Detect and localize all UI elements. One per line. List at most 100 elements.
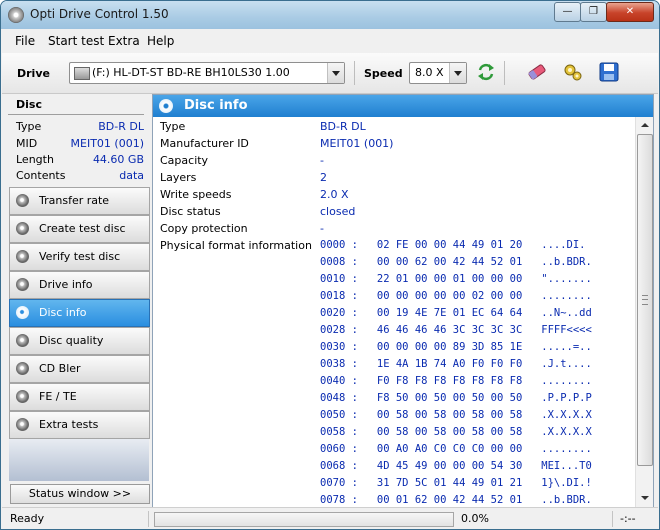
disc-icon: [16, 362, 29, 375]
chevron-down-icon[interactable]: [327, 63, 344, 83]
info-key-layers: Layers: [160, 171, 197, 184]
nav-label: FE / TE: [39, 390, 77, 403]
status-divider: [612, 511, 613, 527]
close-button[interactable]: ✕: [606, 2, 654, 22]
info-value-type: BD-R DL: [320, 120, 366, 133]
disc-icon: [159, 99, 173, 113]
scroll-down-icon[interactable]: [637, 491, 652, 506]
window-title: Opti Drive Control 1.50: [30, 7, 169, 21]
nav-disc-info[interactable]: Disc info: [9, 299, 150, 327]
hex-line: 0070 : 31 7D 5C 01 44 49 01 21 1}\.DI.!: [320, 477, 592, 489]
speed-select-value: 8.0 X: [415, 66, 444, 79]
disc-prop-type-value: BD-R DL: [98, 120, 144, 133]
disc-icon: [16, 278, 29, 291]
info-value-copy-protection: -: [320, 222, 324, 235]
nav-cd-bler[interactable]: CD Bler: [9, 355, 150, 383]
hex-line: 0040 : F0 F8 F8 F8 F8 F8 F8 F8 ........: [320, 375, 592, 387]
nav-transfer-rate[interactable]: Transfer rate: [9, 187, 150, 215]
toolbar: Drive (F:) HL-DT-ST BD-RE BH10LS30 1.00 …: [2, 53, 658, 94]
panel-title: Disc info: [184, 98, 248, 113]
hex-line: 0078 : 00 01 62 00 42 44 52 01 ..b.BDR.: [320, 494, 592, 506]
nav-label: Disc info: [39, 306, 87, 319]
info-value-write-speeds: 2.0 X: [320, 188, 349, 201]
minimize-button[interactable]: —: [554, 2, 581, 22]
erase-button[interactable]: [526, 61, 548, 83]
menu-bar: File Start test Extra Help: [2, 31, 658, 51]
nav-create-test-disc[interactable]: Create test disc: [9, 215, 150, 243]
info-value-capacity: -: [320, 154, 324, 167]
disc-prop-contents-value: data: [119, 169, 144, 182]
info-key-type: Type: [160, 120, 186, 133]
nav-label: Disc quality: [39, 334, 104, 347]
drive-select[interactable]: (F:) HL-DT-ST BD-RE BH10LS30 1.00: [69, 62, 345, 84]
nav-label: CD Bler: [39, 362, 81, 375]
nav-verify-test-disc[interactable]: Verify test disc: [9, 243, 150, 271]
speed-label: Speed: [364, 67, 403, 80]
scroll-up-icon[interactable]: [637, 118, 652, 133]
menu-file[interactable]: File: [15, 34, 35, 48]
scrollbar-thumb[interactable]: [637, 134, 653, 466]
info-value-manufacturer-id: MEIT01 (001): [320, 137, 394, 150]
nav-label: Drive info: [39, 278, 93, 291]
nav-disc-quality[interactable]: Disc quality: [9, 327, 150, 355]
disc-icon: [16, 390, 29, 403]
menu-start-test[interactable]: Start test: [48, 34, 104, 48]
nav-label: Verify test disc: [39, 250, 121, 263]
nav-label: Extra tests: [39, 418, 99, 431]
disc-section-divider: [8, 114, 144, 115]
left-panel: Disc Type BD-R DL MID MEIT01 (001) Lengt…: [2, 94, 150, 506]
refresh-icon: [478, 63, 494, 81]
info-key-capacity: Capacity: [160, 154, 209, 167]
grip-icon: [642, 295, 648, 305]
refresh-button[interactable]: [475, 61, 497, 83]
disc-icon: [16, 418, 29, 431]
drive-select-value: (F:) HL-DT-ST BD-RE BH10LS30 1.00: [92, 66, 290, 79]
hex-line: 0020 : 00 19 4E 7E 01 EC 64 64 ..N~..dd: [320, 307, 592, 319]
disc-icon: [16, 306, 29, 319]
status-bar: Ready 0.0% -:--: [2, 507, 658, 529]
chevron-down-icon[interactable]: [449, 63, 466, 83]
info-key-copy-protection: Copy protection: [160, 222, 248, 235]
menu-extra[interactable]: Extra: [108, 34, 140, 48]
hex-line: 0018 : 00 00 00 00 00 02 00 00 ........: [320, 290, 592, 302]
hex-line: 0000 : 02 FE 00 00 44 49 01 20 ....DI.: [320, 239, 586, 251]
progress-percent: 0.0%: [461, 512, 489, 525]
hex-line: 0058 : 00 58 00 58 00 58 00 58 .X.X.X.X: [320, 426, 592, 438]
nav-fe-te[interactable]: FE / TE: [9, 383, 150, 411]
disc-prop-length-label: Length: [16, 153, 54, 166]
elapsed-time: -:--: [620, 512, 636, 525]
disc-prop-mid-label: MID: [16, 137, 38, 150]
menu-help[interactable]: Help: [147, 34, 174, 48]
eraser-icon: [528, 64, 546, 80]
info-key-disc-status: Disc status: [160, 205, 221, 218]
panel-header: Disc info: [153, 95, 653, 117]
hex-line: 0068 : 4D 45 49 00 00 00 54 30 MEI...T0: [320, 460, 592, 472]
disc-prop-contents-label: Contents: [16, 169, 66, 182]
hex-line: 0010 : 22 01 00 00 01 00 00 00 ".......: [320, 273, 592, 285]
disc-info-content[interactable]: Type BD-R DL Manufacturer ID MEIT01 (001…: [153, 117, 634, 507]
drive-icon: [74, 67, 90, 80]
speed-select[interactable]: 8.0 X: [409, 62, 467, 84]
disc-info-panel: Disc info Type BD-R DL Manufacturer ID M…: [152, 94, 654, 508]
info-value-layers: 2: [320, 171, 327, 184]
nav-drive-info[interactable]: Drive info: [9, 271, 150, 299]
toolbar-divider: [354, 61, 355, 85]
nav-extra-tests[interactable]: Extra tests: [9, 411, 150, 439]
info-value-disc-status: closed: [320, 205, 356, 218]
nav-background: [9, 439, 149, 481]
settings-button[interactable]: [562, 61, 584, 83]
disc-icon: [16, 222, 29, 235]
maximize-button[interactable]: ❐: [580, 2, 607, 22]
disc-prop-type-label: Type: [16, 120, 42, 133]
title-bar[interactable]: Opti Drive Control 1.50 — ❐ ✕: [1, 1, 659, 29]
disc-section-title: Disc: [16, 98, 42, 111]
hex-line: 0030 : 00 00 00 00 89 3D 85 1E .....=..: [320, 341, 592, 353]
hex-line: 0060 : 00 A0 A0 C0 C0 C0 00 00 ........: [320, 443, 592, 455]
status-window-button[interactable]: Status window >>: [10, 484, 150, 504]
hex-line: 0008 : 00 00 62 00 42 44 52 01 ..b.BDR.: [320, 256, 592, 268]
drive-label: Drive: [17, 67, 50, 80]
disc-prop-length-value: 44.60 GB: [92, 153, 144, 166]
save-button[interactable]: [598, 61, 620, 83]
info-key-manufacturer-id: Manufacturer ID: [160, 137, 249, 150]
vertical-scrollbar[interactable]: [635, 117, 653, 507]
